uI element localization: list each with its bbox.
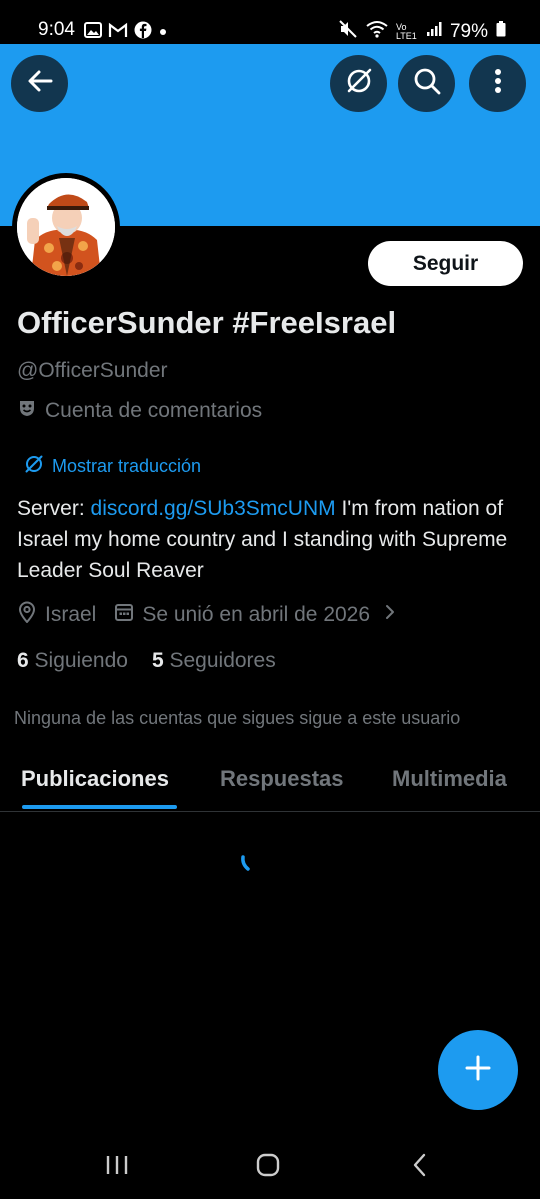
following-label: Siguiendo <box>34 649 128 672</box>
bio-prefix: Server: <box>17 497 91 520</box>
wifi-icon <box>366 20 388 44</box>
location: Israel <box>17 601 96 629</box>
back-nav-icon <box>412 1153 428 1182</box>
tab-publicaciones[interactable]: Publicaciones <box>21 766 169 792</box>
tab-multimedia[interactable]: Multimedia <box>392 766 507 792</box>
calendar-icon <box>114 602 134 628</box>
home-icon <box>256 1153 280 1182</box>
home-button[interactable] <box>248 1150 288 1184</box>
battery-level: 79% <box>449 21 488 42</box>
bio-link[interactable]: discord.gg/SUb3SmcUNM <box>91 497 336 520</box>
profile-avatar[interactable] <box>12 173 120 281</box>
avatar-image <box>17 178 115 276</box>
recents-icon <box>105 1154 129 1181</box>
status-bar: 9:04 Vo LTE1 79% <box>0 0 540 44</box>
translate-small-icon <box>24 454 44 479</box>
follow-stats: 6 Siguiendo 5 Seguidores <box>17 649 276 673</box>
followers-count: 5 <box>151 649 164 672</box>
facebook-icon <box>134 21 152 44</box>
show-translation-link[interactable]: Mostrar traducción <box>24 454 201 479</box>
user-handle: @OfficerSunder <box>17 359 168 382</box>
back-nav-button[interactable] <box>400 1150 440 1184</box>
display-name: OfficerSunder #FreeIsrael <box>17 305 397 340</box>
followers-link[interactable]: 5 Seguidores <box>152 649 276 673</box>
followers-label: Seguidores <box>169 649 276 672</box>
profile-bio: Server: discord.gg/SUb3SmcUNM I'm from n… <box>17 493 527 586</box>
compose-button[interactable] <box>438 1030 518 1110</box>
follow-button[interactable]: Seguir <box>368 241 523 286</box>
join-date[interactable]: Se unió en abril de 2026 <box>114 602 396 628</box>
plus-icon <box>464 1054 492 1087</box>
profile-tabs: Publicaciones Respuestas Multimedia <box>0 750 540 812</box>
active-tab-indicator <box>22 805 177 809</box>
search-button[interactable] <box>398 55 455 112</box>
location-text: Israel <box>45 603 97 626</box>
battery-icon <box>496 21 506 43</box>
back-icon <box>27 68 53 99</box>
status-time: 9:04 <box>38 19 75 40</box>
theater-masks-icon <box>17 398 37 424</box>
location-pin-icon <box>17 601 37 629</box>
dot-icon <box>158 24 168 42</box>
more-icon <box>494 68 502 99</box>
gmail-icon <box>108 22 128 43</box>
mute-icon <box>338 19 358 45</box>
more-options-button[interactable] <box>469 55 526 112</box>
category-label: Cuenta de comentarios <box>45 399 263 422</box>
account-category: Cuenta de comentarios <box>17 398 262 424</box>
loading-spinner-icon <box>238 855 262 879</box>
following-count: 6 <box>17 649 29 672</box>
tab-respuestas[interactable]: Respuestas <box>220 766 344 792</box>
search-icon <box>413 67 441 100</box>
mutual-followers-note: Ninguna de las cuentas que sigues sigue … <box>14 708 461 728</box>
chevron-right-icon <box>384 603 396 627</box>
system-nav-bar <box>0 1130 540 1199</box>
profile-meta: Israel Se unió en abril de 2026 <box>17 601 396 629</box>
volte-icon: Vo LTE1 <box>395 22 417 41</box>
image-icon <box>84 22 102 43</box>
translate-label: Mostrar traducción <box>52 456 202 476</box>
recents-button[interactable] <box>97 1150 137 1184</box>
translate-icon <box>344 66 374 101</box>
back-button[interactable] <box>11 55 68 112</box>
join-date-text: Se unió en abril de 2026 <box>142 603 371 626</box>
signal-icon <box>426 21 442 43</box>
following-link[interactable]: 6 Siguiendo <box>17 649 128 673</box>
translate-button[interactable] <box>330 55 387 112</box>
